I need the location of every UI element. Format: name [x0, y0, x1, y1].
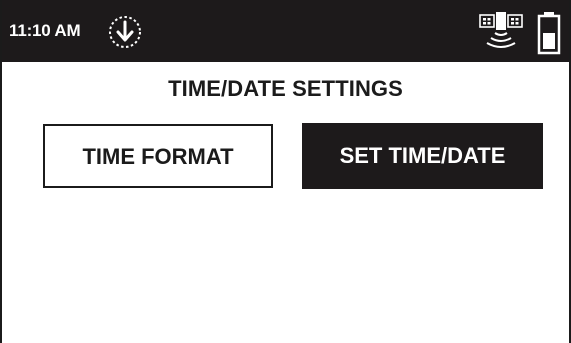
battery-icon	[537, 12, 561, 55]
set-time-date-button[interactable]: SET TIME/DATE	[302, 123, 543, 189]
download-arrow-icon	[109, 16, 141, 48]
status-bar: 11:10 AM	[2, 0, 569, 62]
status-time: 11:10 AM	[9, 21, 81, 40]
satellite-signal-icon	[479, 12, 523, 48]
time-format-button[interactable]: TIME FORMAT	[43, 124, 273, 188]
screen: 11:10 AM TIME/DATE SETTINGS TIME FORMAT …	[0, 0, 571, 343]
page-title: TIME/DATE SETTINGS	[168, 76, 403, 101]
